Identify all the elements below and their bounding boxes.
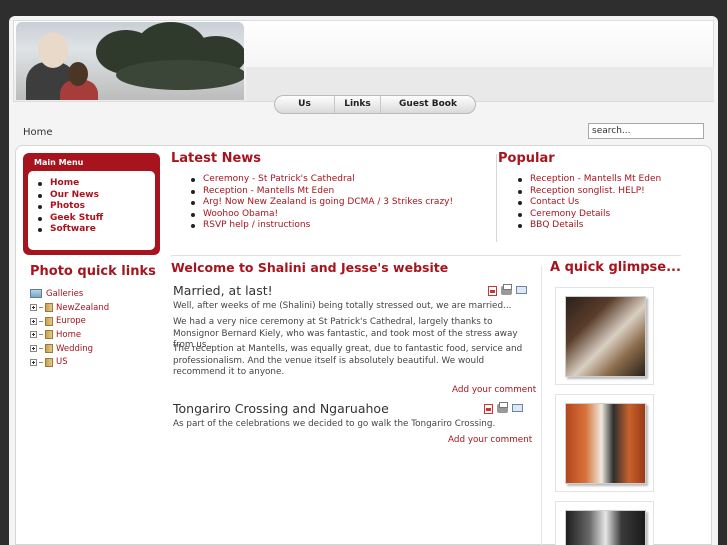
latest-news-title: Latest News — [171, 151, 262, 166]
page-container: Us Links Guest Book Home Main Menu Home … — [9, 16, 718, 545]
folder-icon — [45, 316, 53, 326]
print-icon[interactable] — [501, 284, 512, 295]
tree-item-europe[interactable]: Europe — [30, 314, 109, 328]
tree-item-label: NewZealand — [56, 302, 110, 313]
page-left-margin — [0, 0, 9, 545]
gallery-icon — [30, 289, 42, 299]
folder-icon — [45, 344, 53, 354]
popular-item[interactable]: Ceremony Details — [518, 209, 661, 221]
add-comment-link[interactable]: Add your comment — [452, 385, 536, 395]
glimpse-card[interactable] — [555, 287, 654, 385]
tree-item-label: Wedding — [56, 343, 94, 354]
article-paragraph: As part of the celebrations we decided t… — [173, 419, 496, 429]
expand-icon[interactable] — [30, 331, 37, 339]
page-right-margin — [718, 0, 727, 545]
popular-title: Popular — [498, 151, 555, 166]
add-comment-link[interactable]: Add your comment — [448, 435, 532, 445]
article-title: Married, at last! — [173, 283, 273, 298]
popular-item[interactable]: Contact Us — [518, 197, 661, 209]
column-divider — [496, 154, 497, 242]
expand-icon[interactable] — [30, 317, 37, 325]
nav-item-links[interactable]: Links — [335, 96, 381, 113]
popular-item[interactable]: Reception songlist. HELP! — [518, 186, 661, 198]
tree-item-label: Europe — [56, 316, 86, 327]
glimpse-photo[interactable] — [565, 296, 646, 377]
email-icon[interactable] — [516, 286, 527, 294]
column-divider — [541, 266, 542, 545]
top-nav: Us Links Guest Book — [274, 95, 476, 114]
tree-item-us[interactable]: US — [30, 355, 109, 369]
main-menu: Main Menu Home Our News Photos Geek Stuf… — [23, 153, 160, 255]
tree-item-wedding[interactable]: Wedding — [30, 342, 109, 356]
site-header — [13, 20, 714, 102]
article-paragraph: Well, after weeks of me (Shalini) being … — [173, 301, 512, 311]
breadcrumb-bar: Home — [13, 119, 714, 145]
tree-root[interactable]: Galleries — [30, 287, 109, 301]
print-icon[interactable] — [497, 402, 508, 413]
expand-icon[interactable] — [30, 304, 37, 312]
pdf-icon[interactable] — [488, 286, 497, 296]
welcome-title: Welcome to Shalini and Jesse's website — [171, 260, 449, 275]
menu-item-photos[interactable]: Photos — [38, 201, 155, 213]
tree-item-home[interactable]: Home — [30, 328, 109, 342]
pdf-icon[interactable] — [484, 404, 493, 414]
expand-icon[interactable] — [30, 358, 37, 366]
menu-item-geek-stuff[interactable]: Geek Stuff — [38, 213, 155, 225]
glimpse-photo[interactable] — [565, 510, 646, 545]
expand-icon[interactable] — [30, 345, 37, 353]
popular-item[interactable]: BBQ Details — [518, 220, 661, 232]
article-paragraph: The reception at Mantells, was equally g… — [173, 344, 523, 377]
tree-item-newzealand[interactable]: NewZealand — [30, 301, 109, 315]
glimpse-card[interactable] — [555, 394, 654, 492]
photo-quick-links-title: Photo quick links — [30, 264, 156, 279]
glimpse-title: A quick glimpse... — [550, 260, 681, 275]
latest-news-item[interactable]: Arg! Now New Zealand is going DCMA / 3 S… — [191, 197, 453, 209]
folder-icon — [45, 330, 53, 340]
nav-item-guest-book[interactable]: Guest Book — [381, 96, 475, 113]
tree-root-label: Galleries — [46, 288, 84, 299]
latest-news-item[interactable]: RSVP help / instructions — [191, 220, 453, 232]
breadcrumb[interactable]: Home — [23, 127, 53, 138]
latest-news-item[interactable]: Reception - Mantells Mt Eden — [191, 186, 453, 198]
photo-tree: Galleries NewZealand Europe Home Wedding — [30, 287, 109, 369]
section-divider — [171, 255, 681, 256]
main-menu-box: Home Our News Photos Geek Stuff Software — [28, 171, 155, 250]
latest-news-item[interactable]: Ceremony - St Patrick's Cathedral — [191, 174, 453, 186]
menu-item-software[interactable]: Software — [38, 224, 155, 236]
article-icons — [488, 284, 527, 296]
popular-list: Reception - Mantells Mt Eden Reception s… — [518, 174, 661, 232]
menu-item-home[interactable]: Home — [38, 178, 155, 190]
glimpse-photo[interactable] — [565, 403, 646, 484]
menu-item-our-news[interactable]: Our News — [38, 190, 155, 202]
email-icon[interactable] — [512, 404, 523, 412]
latest-news-item[interactable]: Woohoo Obama! — [191, 209, 453, 221]
article-title: Tongariro Crossing and Ngaruahoe — [173, 401, 389, 416]
main-menu-title: Main Menu — [34, 158, 84, 167]
tree-item-label: US — [56, 357, 68, 368]
tree-item-label: Home — [56, 329, 82, 340]
folder-icon — [45, 303, 53, 313]
folder-icon — [45, 357, 53, 367]
glimpse-card[interactable] — [555, 501, 654, 545]
nav-item-us[interactable]: Us — [275, 96, 335, 113]
article-icons — [484, 402, 523, 414]
latest-news-list: Ceremony - St Patrick's Cathedral Recept… — [191, 174, 453, 232]
search-input[interactable] — [588, 123, 704, 139]
header-photo — [16, 22, 244, 100]
popular-item[interactable]: Reception - Mantells Mt Eden — [518, 174, 661, 186]
content-area: Main Menu Home Our News Photos Geek Stuf… — [15, 145, 712, 545]
